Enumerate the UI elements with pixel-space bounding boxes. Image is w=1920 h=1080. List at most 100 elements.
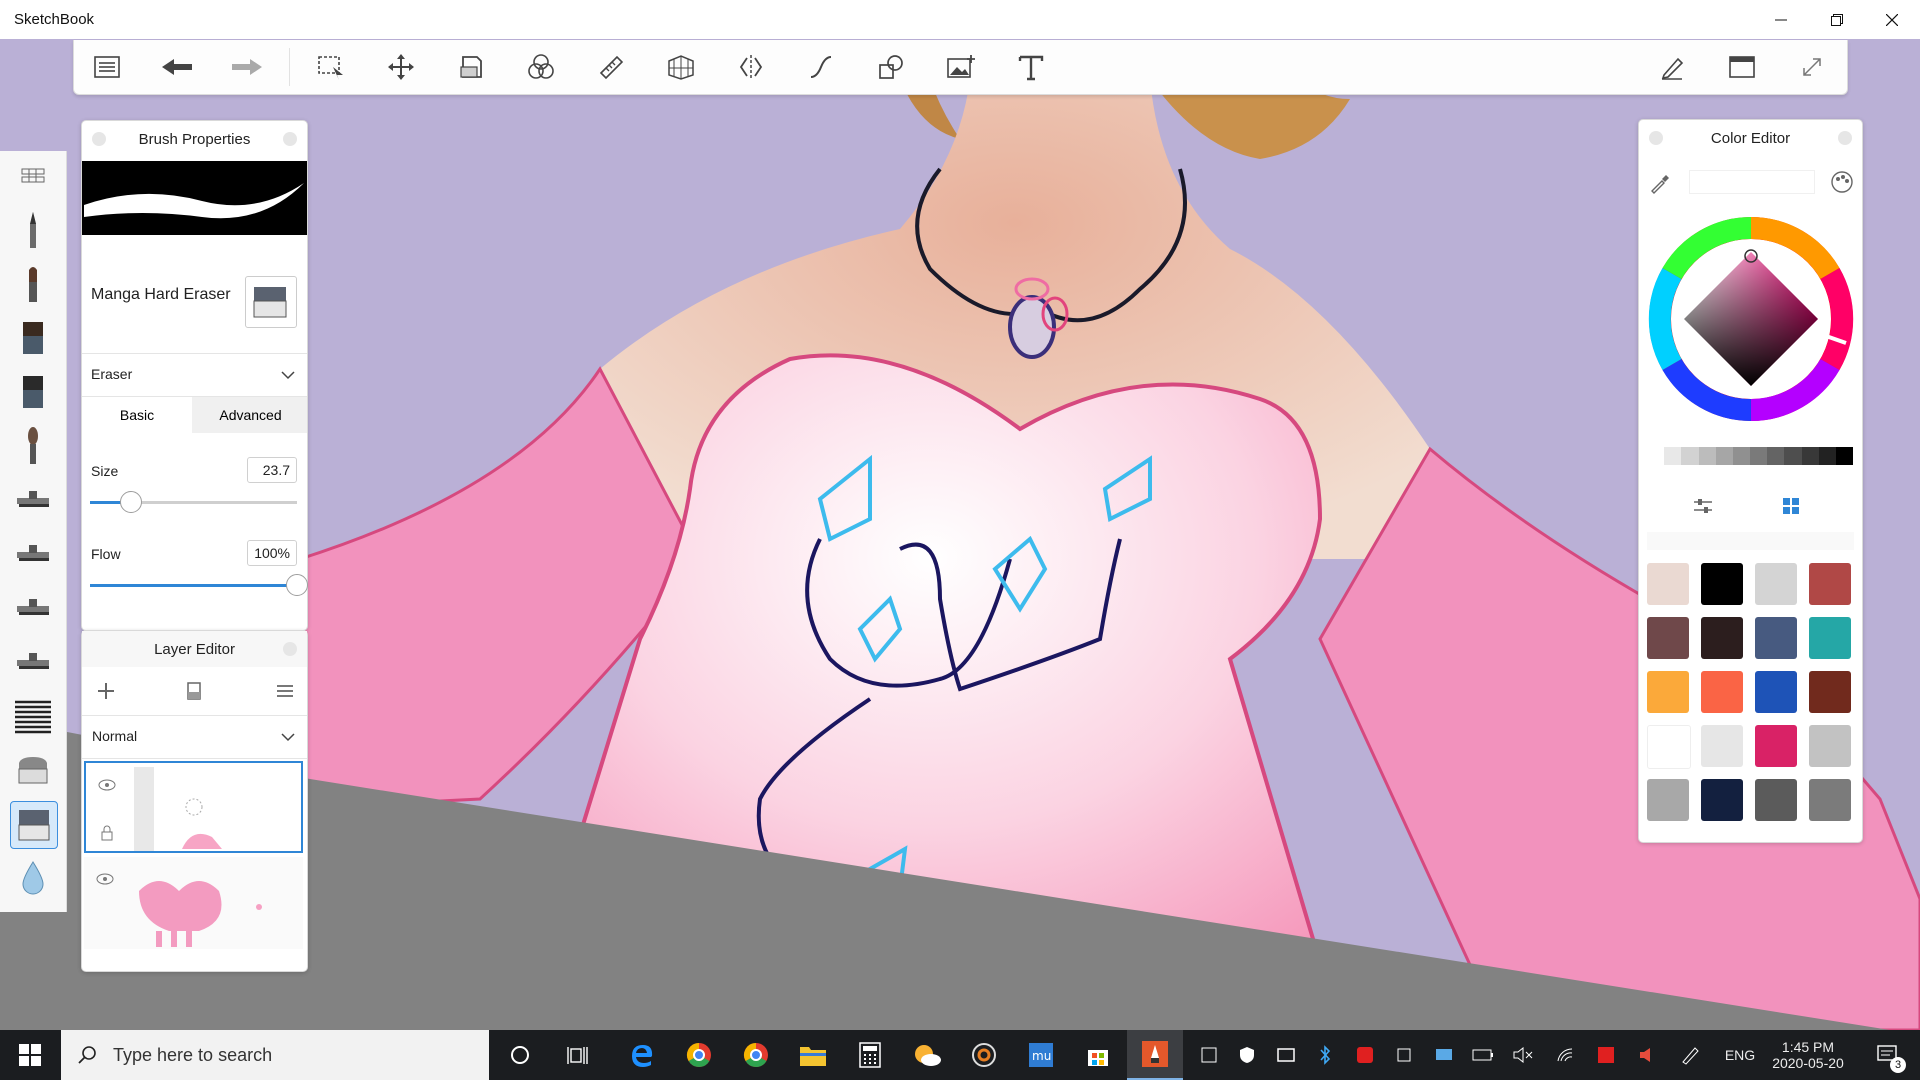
- blur-tool[interactable]: [10, 855, 56, 901]
- start-button[interactable]: [0, 1030, 60, 1080]
- color-sliders-tab[interactable]: [1691, 494, 1715, 518]
- taskbar-sketchbook[interactable]: [1127, 1030, 1183, 1080]
- shape-button[interactable]: [871, 48, 911, 86]
- current-color-swatch[interactable]: [1689, 170, 1815, 194]
- color-swatch[interactable]: [1647, 671, 1689, 713]
- pen-mode-button[interactable]: [1652, 48, 1692, 86]
- color-swatch[interactable]: [1647, 725, 1691, 769]
- lock-icon[interactable]: [100, 825, 114, 841]
- color-swatch[interactable]: [1647, 617, 1689, 659]
- gray-swatch[interactable]: [1664, 447, 1682, 465]
- airbrush-4-tool[interactable]: [10, 639, 56, 685]
- insert-image-button[interactable]: [941, 48, 981, 86]
- color-swatch[interactable]: [1755, 671, 1797, 713]
- taskbar-app-mu[interactable]: mu: [1013, 1030, 1069, 1080]
- gray-swatch[interactable]: [1835, 447, 1854, 465]
- size-input[interactable]: 23.7: [247, 457, 297, 483]
- color-swatch[interactable]: [1755, 563, 1797, 605]
- grayscale-strip[interactable]: [1647, 447, 1854, 465]
- color-swatch[interactable]: [1809, 617, 1851, 659]
- color-swatch[interactable]: [1755, 779, 1797, 821]
- tray-app-6[interactable]: [1592, 1030, 1620, 1080]
- swatch-scrollbar[interactable]: [1647, 532, 1854, 550]
- color-swatch[interactable]: [1701, 725, 1743, 767]
- color-swatch[interactable]: [1647, 779, 1689, 821]
- color-wheel[interactable]: [1648, 216, 1854, 422]
- tray-bluetooth[interactable]: [1311, 1030, 1339, 1080]
- layer-item[interactable]: [84, 857, 303, 949]
- panel-pin-icon[interactable]: [1649, 131, 1663, 145]
- color-mix-button[interactable]: [521, 48, 561, 86]
- minimize-button[interactable]: [1753, 0, 1809, 39]
- gray-swatch[interactable]: [1818, 447, 1836, 465]
- perspective-button[interactable]: [661, 48, 701, 86]
- color-swatch[interactable]: [1809, 779, 1851, 821]
- toolbar-menu-button[interactable]: [87, 48, 127, 86]
- gray-swatch[interactable]: [1750, 447, 1768, 465]
- tab-advanced[interactable]: Advanced: [194, 397, 307, 433]
- blend-mode-dropdown[interactable]: Normal: [82, 715, 307, 759]
- tray-app-5[interactable]: [1430, 1030, 1458, 1080]
- round-brush-tool[interactable]: [10, 423, 56, 469]
- window-button[interactable]: [1722, 48, 1762, 86]
- color-swatches-tab[interactable]: [1779, 494, 1803, 518]
- eyedropper-button[interactable]: [1649, 172, 1671, 194]
- taskbar-weather[interactable]: [899, 1030, 955, 1080]
- gray-swatch[interactable]: [1698, 447, 1716, 465]
- redo-button[interactable]: [227, 48, 267, 86]
- gray-swatch[interactable]: [1784, 447, 1802, 465]
- selection-button[interactable]: [311, 48, 351, 86]
- tray-defender[interactable]: [1233, 1030, 1261, 1080]
- tray-language[interactable]: ENG: [1718, 1030, 1762, 1080]
- color-swatch[interactable]: [1701, 617, 1743, 659]
- color-swatch[interactable]: [1755, 617, 1797, 659]
- tray-app-7[interactable]: [1632, 1030, 1660, 1080]
- wide-brush-tool[interactable]: [10, 369, 56, 415]
- add-layer-button[interactable]: [94, 679, 118, 703]
- airbrush-2-tool[interactable]: [10, 531, 56, 577]
- taskbar-media[interactable]: [956, 1030, 1012, 1080]
- layer-item-active[interactable]: [84, 761, 303, 853]
- paintbrush-tool[interactable]: [10, 261, 56, 307]
- tray-app-icon[interactable]: [1195, 1030, 1223, 1080]
- panel-collapse-icon[interactable]: [283, 132, 297, 146]
- eye-icon[interactable]: [96, 873, 114, 885]
- opacity-slider[interactable]: [134, 767, 154, 851]
- gray-swatch[interactable]: [1647, 447, 1665, 465]
- layer-menu-button[interactable]: [273, 679, 297, 703]
- tray-volume[interactable]: [1509, 1030, 1537, 1080]
- color-swatch[interactable]: [1755, 725, 1797, 767]
- hard-eraser-tool[interactable]: [10, 801, 58, 849]
- color-swatch[interactable]: [1701, 779, 1743, 821]
- taskbar-calculator[interactable]: [842, 1030, 898, 1080]
- text-button[interactable]: [1011, 48, 1051, 86]
- airbrush-tool[interactable]: [10, 477, 56, 523]
- transform-button[interactable]: [381, 48, 421, 86]
- tray-network[interactable]: [1552, 1030, 1580, 1080]
- taskbar-edge[interactable]: [614, 1030, 670, 1080]
- gray-swatch[interactable]: [1715, 447, 1733, 465]
- curve-button[interactable]: [801, 48, 841, 86]
- color-swatch[interactable]: [1701, 671, 1743, 713]
- fullscreen-button[interactable]: [1792, 48, 1832, 86]
- color-swatch[interactable]: [1647, 563, 1689, 605]
- airbrush-3-tool[interactable]: [10, 585, 56, 631]
- hatch-brush-tool[interactable]: [10, 693, 56, 739]
- taskbar-file-explorer[interactable]: [785, 1030, 841, 1080]
- color-swatch[interactable]: [1809, 725, 1851, 767]
- layer-button[interactable]: [451, 48, 491, 86]
- size-slider-thumb[interactable]: [120, 491, 143, 513]
- size-slider[interactable]: [90, 491, 297, 513]
- taskbar-store[interactable]: [1070, 1030, 1126, 1080]
- flow-input[interactable]: 100%: [247, 540, 297, 566]
- pencil-tool[interactable]: [10, 207, 56, 253]
- color-swatch[interactable]: [1701, 563, 1743, 605]
- flow-slider[interactable]: [90, 574, 308, 596]
- taskbar-chrome-2[interactable]: [728, 1030, 784, 1080]
- symmetry-button[interactable]: [731, 48, 771, 86]
- search-box[interactable]: Type here to search: [61, 1030, 489, 1080]
- tray-pen[interactable]: [1676, 1030, 1704, 1080]
- action-center-button[interactable]: 3: [1868, 1030, 1908, 1080]
- color-puck-button[interactable]: [1830, 170, 1854, 194]
- undo-button[interactable]: [157, 48, 197, 86]
